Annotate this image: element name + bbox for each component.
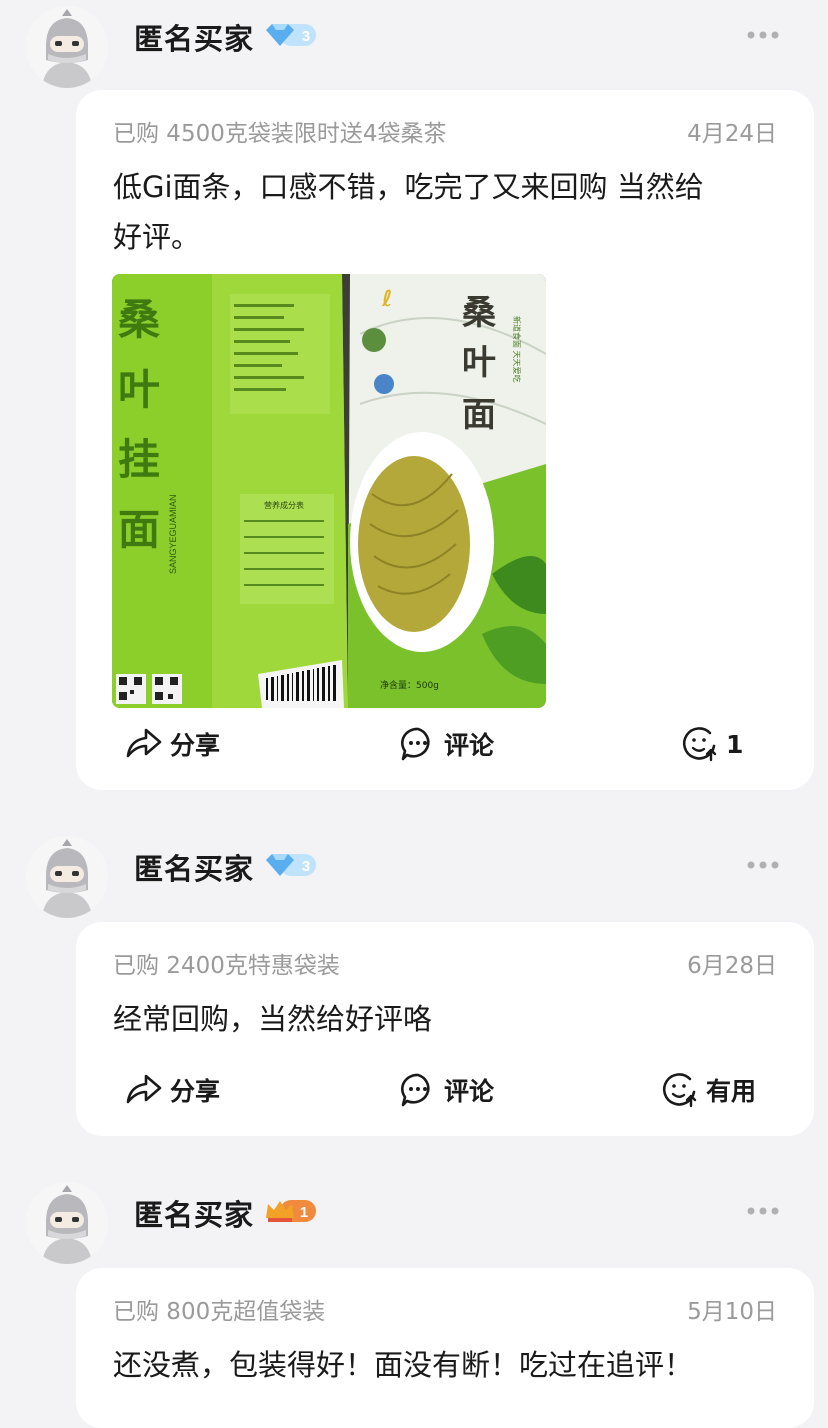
review-meta: 已购 2400克特惠袋装 6月28日 [113, 946, 777, 979]
review-text-line: 低Gi面条，口感不错，吃完了又来回购 当然给 [113, 170, 704, 204]
review-meta: 已购 800克超值袋装 5月10日 [113, 1292, 777, 1325]
share-label: 分享 [170, 1077, 221, 1106]
comment-label: 评论 [444, 731, 495, 760]
review-text-line: 好评。 [113, 220, 201, 254]
review-text: 经常回购，当然给好评咯 [113, 994, 777, 1044]
avatar[interactable] [26, 836, 108, 918]
right-pack-char: 桑 [462, 293, 496, 333]
comment-icon [401, 1073, 430, 1107]
useful-button[interactable]: 1 [680, 724, 743, 764]
comment-icon [401, 727, 430, 761]
reviewer-row: 匿名买家 3 [0, 0, 828, 90]
useful-icon [682, 727, 717, 762]
nutrition-title: 营养成分表 [264, 500, 304, 510]
avatar[interactable] [26, 1182, 108, 1264]
more-icon[interactable] [746, 1206, 780, 1216]
net-weight: 净含量：500g [380, 679, 439, 691]
useful-button[interactable]: 有用 [660, 1070, 756, 1110]
username: 匿名买家 [134, 1198, 255, 1232]
comment-label: 评论 [444, 1077, 495, 1106]
left-pack-char: 叶 [118, 365, 160, 414]
review-actions: 分享 评论 有用 [76, 1070, 814, 1110]
review-actions: 分享 评论 1 [76, 724, 814, 764]
review-text-line: 还没煮，包装得好！面没有断！吃过在追评！ [113, 1348, 694, 1382]
username: 匿名买家 [134, 852, 255, 886]
svg-text:3: 3 [302, 858, 310, 875]
share-button[interactable]: 分享 [124, 724, 220, 764]
review-1: 匿名买家 3 已购 4500克袋装限时送4袋桑茶 4月24日 低Gi面条，口感不… [0, 0, 828, 790]
review-meta: 已购 4500克袋装限时送4袋桑茶 4月24日 [113, 114, 777, 147]
right-pack-char: 面 [462, 395, 496, 435]
useful-count: 1 [726, 729, 744, 759]
review-text: 还没煮，包装得好！面没有断！吃过在追评！ [113, 1340, 777, 1390]
diamond-badge-icon: 3 [266, 24, 316, 46]
reviewer-row: 匿名买家 3 [0, 830, 828, 920]
brand-logo-mark: ℓ [381, 287, 392, 312]
useful-icon [662, 1073, 697, 1108]
left-pack-char: 挂 [118, 435, 160, 484]
diamond-badge-icon: 3 [266, 854, 316, 876]
avatar-icon [26, 836, 108, 918]
purchased-sku: 已购 2400克特惠袋装 [113, 953, 340, 979]
crown-badge-icon: 1 [266, 1200, 316, 1222]
review-text-line: 经常回购，当然给好评咯 [113, 1002, 433, 1036]
review-photo[interactable]: 营养成分表 桑 叶 挂 面 SANGYEGUAMIAN ℓ 桑 叶 面 新道食面… [112, 274, 546, 708]
right-pack-char: 叶 [462, 343, 496, 383]
product-photo-illustration: 营养成分表 桑 叶 挂 面 SANGYEGUAMIAN ℓ 桑 叶 面 新道食面… [112, 274, 546, 708]
pack-slogan: 新道食面 天天爱吃 [512, 316, 522, 383]
review-date: 4月24日 [687, 121, 777, 147]
more-icon[interactable] [746, 860, 780, 870]
comment-button[interactable]: 评论 [398, 724, 494, 764]
left-pack-char: 面 [118, 505, 160, 554]
pack-latin: SANGYEGUAMIAN [168, 494, 178, 574]
username: 匿名买家 [134, 22, 255, 56]
more-icon[interactable] [746, 30, 780, 40]
avatar[interactable] [26, 6, 108, 88]
purchased-sku: 已购 800克超值袋装 [113, 1299, 326, 1325]
share-icon [126, 1074, 162, 1104]
svg-text:1: 1 [300, 1204, 308, 1221]
share-label: 分享 [170, 731, 221, 760]
avatar-icon [26, 1182, 108, 1264]
share-button[interactable]: 分享 [124, 1070, 220, 1110]
review-3: 匿名买家 1 已购 800克超值袋装 5月10日 还没煮，包装得好！面没有断！吃… [0, 1176, 828, 1428]
review-card: 已购 4500克袋装限时送4袋桑茶 4月24日 低Gi面条，口感不错，吃完了又来… [76, 90, 814, 790]
reviewer-row: 匿名买家 1 [0, 1176, 828, 1266]
svg-text:3: 3 [302, 28, 310, 45]
left-pack-char: 桑 [118, 295, 160, 344]
review-date: 5月10日 [687, 1299, 777, 1325]
avatar-icon [26, 6, 108, 88]
review-2: 匿名买家 3 已购 2400克特惠袋装 6月28日 经常回购，当然给好评咯 分享… [0, 830, 828, 1136]
useful-label: 有用 [706, 1077, 757, 1106]
share-icon [126, 728, 162, 758]
review-card: 已购 2400克特惠袋装 6月28日 经常回购，当然给好评咯 分享 评论 有用 [76, 922, 814, 1136]
comment-button[interactable]: 评论 [398, 1070, 494, 1110]
review-text: 低Gi面条，口感不错，吃完了又来回购 当然给 好评。 [113, 162, 777, 262]
purchased-sku: 已购 4500克袋装限时送4袋桑茶 [113, 121, 447, 147]
review-date: 6月28日 [687, 953, 777, 979]
review-card: 已购 800克超值袋装 5月10日 还没煮，包装得好！面没有断！吃过在追评！ [76, 1268, 814, 1428]
